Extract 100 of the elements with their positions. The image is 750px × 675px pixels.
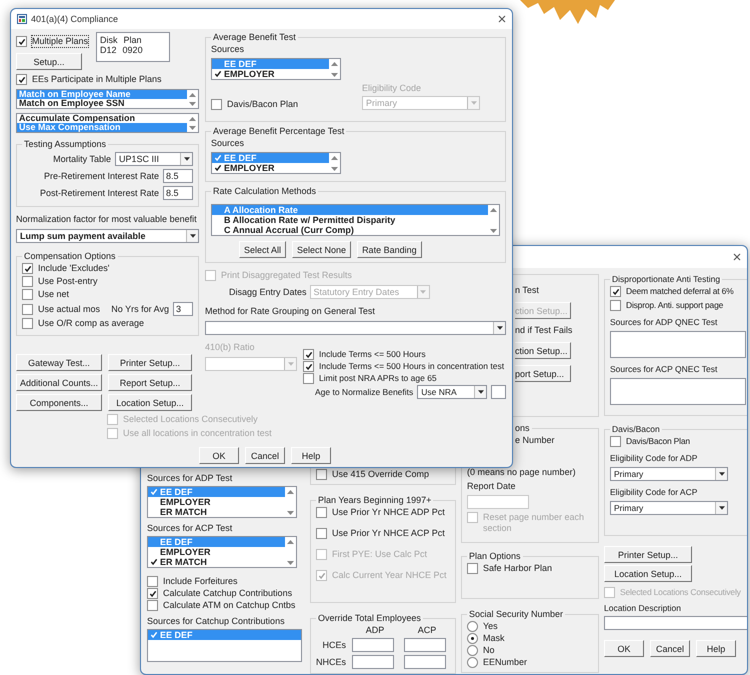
checkbox[interactable] xyxy=(147,600,158,611)
dropdown[interactable]: Use NRA xyxy=(417,385,488,399)
command-button[interactable]: Components... xyxy=(16,394,102,411)
dropdown[interactable]: Lump sum payment available xyxy=(16,229,199,243)
checkbox[interactable] xyxy=(16,74,27,85)
checkbox[interactable] xyxy=(147,588,158,599)
group-title: Plan Options xyxy=(468,551,522,562)
scroll-up-icon[interactable] xyxy=(286,488,294,495)
radio-button[interactable] xyxy=(467,621,478,632)
checkbox[interactable] xyxy=(147,576,158,587)
ok-button[interactable]: OK xyxy=(199,447,239,464)
command-button[interactable]: Rate Banding xyxy=(357,241,422,258)
caret-icon[interactable] xyxy=(715,468,727,480)
setup-button[interactable]: port Setup... xyxy=(515,365,571,382)
scroll-up-icon[interactable] xyxy=(286,538,294,545)
scroll-up-icon[interactable] xyxy=(188,91,196,98)
list-item[interactable]: EMPLOYER xyxy=(148,497,285,507)
checkbox[interactable] xyxy=(467,563,478,574)
scroll-down-icon[interactable] xyxy=(330,165,338,172)
command-button[interactable]: Select None xyxy=(292,241,352,258)
group-title: Davis/Bacon xyxy=(611,424,661,435)
scroll-down-icon[interactable] xyxy=(188,124,196,131)
dropdown[interactable]: Primary xyxy=(610,501,728,515)
cancel-button[interactable]: Cancel xyxy=(650,640,690,657)
input-field[interactable] xyxy=(352,655,394,669)
input-field[interactable] xyxy=(467,495,529,509)
input-field[interactable]: 8.5 xyxy=(163,186,193,200)
checkbox[interactable] xyxy=(22,276,33,287)
scroll-down-icon[interactable] xyxy=(286,559,294,566)
close-icon[interactable] xyxy=(733,253,741,261)
dropdown[interactable]: Primary xyxy=(610,467,728,481)
list-item[interactable]: C Annual Accrual (Curr Comp) xyxy=(212,225,488,235)
input-field[interactable] xyxy=(404,638,446,652)
command-button[interactable]: Location Setup... xyxy=(108,394,192,411)
window-title: 401(a)(4) Compliance xyxy=(31,14,120,24)
list-item[interactable]: EMPLOYER xyxy=(148,547,285,557)
caret-icon[interactable] xyxy=(186,230,198,242)
command-button[interactable]: Additional Counts... xyxy=(16,374,102,391)
checkbox[interactable] xyxy=(303,361,314,372)
help-button[interactable]: Help xyxy=(696,640,736,657)
ok-button[interactable]: OK xyxy=(604,640,644,657)
input-field[interactable]: 8.5 xyxy=(163,169,193,183)
scroll-up-icon[interactable] xyxy=(330,154,338,161)
radio-button[interactable] xyxy=(467,633,478,644)
caret-icon[interactable] xyxy=(180,153,192,165)
close-icon[interactable] xyxy=(498,15,506,23)
checkbox[interactable] xyxy=(22,289,33,300)
checkbox-label: Multiple Plans xyxy=(32,36,88,47)
checkbox[interactable] xyxy=(22,318,33,329)
checkbox[interactable] xyxy=(316,528,327,539)
help-button[interactable]: Help xyxy=(291,447,331,464)
scroll-down-icon[interactable] xyxy=(188,100,196,107)
checkbox[interactable] xyxy=(316,507,327,518)
setup-button[interactable]: Setup... xyxy=(16,53,82,70)
checkbox[interactable] xyxy=(22,263,33,274)
checkbox[interactable] xyxy=(316,469,327,480)
checkbox[interactable] xyxy=(610,436,621,447)
checkbox[interactable] xyxy=(610,300,621,311)
list-item[interactable]: Match on Employee SSN xyxy=(17,99,187,108)
list-item[interactable]: B Allocation Rate w/ Permitted Disparity xyxy=(212,215,488,225)
input-field[interactable] xyxy=(491,385,506,399)
input-field[interactable] xyxy=(404,655,446,669)
caret-icon[interactable] xyxy=(474,386,486,398)
command-button[interactable]: Select All xyxy=(239,241,286,258)
list-item[interactable]: ER MATCH xyxy=(148,507,285,517)
scroll-down-icon[interactable] xyxy=(490,227,498,234)
checkbox[interactable] xyxy=(16,36,27,47)
group-title: Compensation Options xyxy=(23,251,117,262)
scroll-up-icon[interactable] xyxy=(330,60,338,67)
list-item[interactable]: EMPLOYER xyxy=(212,69,329,79)
setup-button[interactable]: Location Setup... xyxy=(604,565,692,582)
group-title: Testing Assumptions xyxy=(23,139,108,150)
checkbox[interactable] xyxy=(303,373,314,384)
caret-icon[interactable] xyxy=(715,502,727,514)
input-field[interactable]: 3 xyxy=(173,302,193,316)
field-label: Eligibility Code for ADP xyxy=(610,453,698,464)
radio-button[interactable] xyxy=(467,645,478,656)
checkbox[interactable] xyxy=(610,286,621,297)
command-button[interactable]: Report Setup... xyxy=(108,374,192,391)
dropdown[interactable]: UP1SC III xyxy=(115,152,193,166)
scroll-up-icon[interactable] xyxy=(188,115,196,122)
caret-icon[interactable] xyxy=(493,322,505,334)
scroll-up-icon[interactable] xyxy=(490,206,498,213)
list-item[interactable]: Accumulate Compensation xyxy=(17,114,187,123)
checkbox-label: Include Terms <= 500 Hours in concentration test xyxy=(319,361,504,372)
checkbox[interactable] xyxy=(211,99,222,110)
list-item[interactable]: EMPLOYER xyxy=(212,163,329,173)
radio-button[interactable] xyxy=(467,657,478,668)
scroll-down-icon[interactable] xyxy=(330,71,338,78)
cancel-button[interactable]: Cancel xyxy=(245,447,285,464)
list-item[interactable]: ER MATCH xyxy=(148,557,285,567)
input-field[interactable] xyxy=(352,638,394,652)
setup-button[interactable]: ction Setup... xyxy=(515,342,571,359)
checkbox[interactable] xyxy=(303,349,314,360)
scroll-down-icon[interactable] xyxy=(286,509,294,516)
input-field[interactable] xyxy=(604,616,747,630)
command-button[interactable]: Printer Setup... xyxy=(108,354,192,371)
command-button[interactable]: Gateway Test... xyxy=(16,354,102,371)
checkbox[interactable] xyxy=(22,304,33,314)
setup-button[interactable]: Printer Setup... xyxy=(604,546,692,563)
